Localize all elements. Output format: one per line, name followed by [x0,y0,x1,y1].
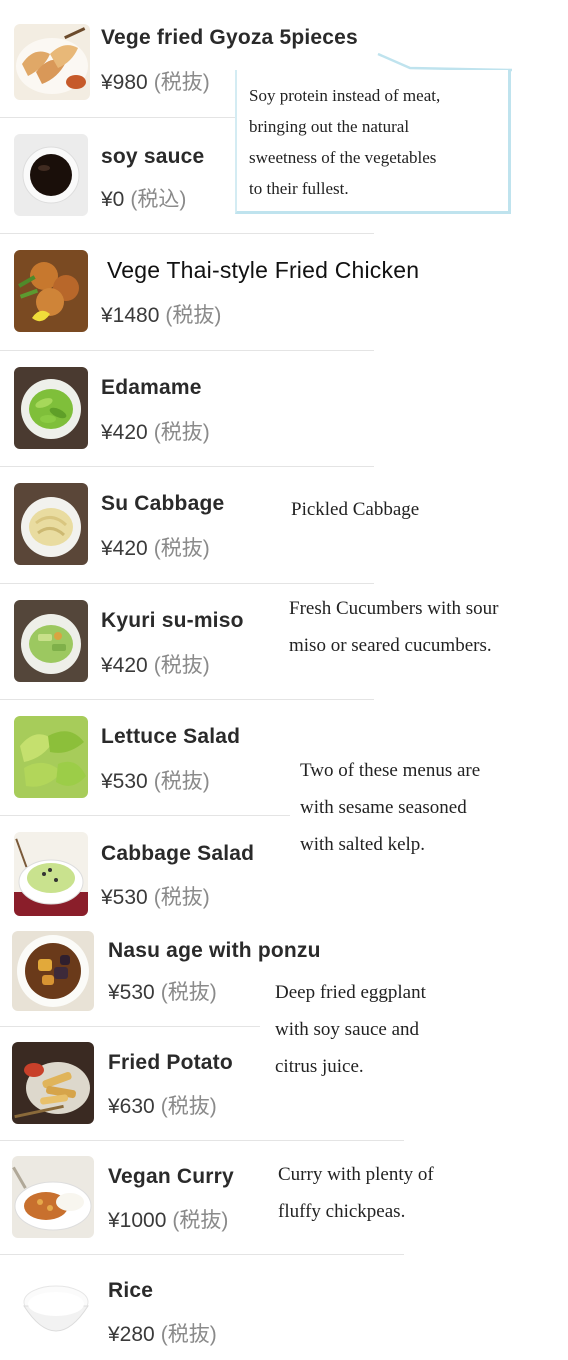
price-value: ¥280 [108,1323,155,1346]
item-price: ¥1000 (税抜) [108,1204,228,1234]
price-value: ¥1000 [108,1209,167,1232]
menu-item[interactable]: Vege Thai-style Fried Chicken ¥1480 (税抜) [0,233,480,349]
callout-line: bringing out the natural [249,117,410,136]
menu-item[interactable]: Edamame ¥420 (税抜) [0,350,374,466]
rice-bowl-icon [16,1268,96,1350]
item-name: Edamame [101,376,202,399]
note-line: fluffy chickpeas. [278,1201,406,1222]
note-line: miso or seared cucumbers. [289,635,492,656]
price-value: ¥530 [108,981,155,1004]
callout-line: to their fullest. [249,179,349,198]
callout-text: Soy protein instead of meat, bringing ou… [249,80,440,204]
tax-label: (税抜) [172,1209,229,1232]
note-line: Curry with plenty of [278,1164,434,1185]
note-curry: Curry with plenty of fluffy chickpeas. [278,1156,434,1230]
note-line: Fresh Cucumbers with sour [289,598,499,619]
price-value: ¥1480 [101,304,160,327]
tax-label: (税抜) [160,1095,217,1118]
note-salads: Two of these menus are with sesame seaso… [300,752,480,863]
cucumber-icon [14,600,88,682]
gyoza-icon [14,24,90,100]
item-name: Rice [108,1279,154,1302]
tax-label: (税抜) [165,304,222,327]
tax-label: (税抜) [153,654,210,677]
note-line: with salted kelp. [300,834,426,855]
item-name: Su Cabbage [101,492,225,515]
price-value: ¥420 [101,654,148,677]
tax-label: (税抜) [160,981,217,1004]
tax-label: (税抜) [153,770,210,793]
tax-label: (税抜) [153,886,210,909]
item-name: Kyuri su-miso [101,609,244,632]
gyoza-callout: Soy protein instead of meat, bringing ou… [235,70,511,214]
tax-label: (税抜) [153,537,210,560]
note-line: citrus juice. [275,1056,364,1077]
item-price: ¥420 (税抜) [101,532,210,562]
price-value: ¥530 [101,770,148,793]
item-price: ¥980 (税抜) [101,66,210,96]
price-value: ¥630 [108,1095,155,1118]
price-value: ¥420 [101,537,148,560]
item-price: ¥530 (税抜) [101,881,210,911]
item-name: Vegan Curry [108,1165,234,1188]
note-nasu: Deep fried eggplant with soy sauce and c… [275,974,426,1085]
soy-sauce-icon [14,134,88,216]
eggplant-icon [12,931,94,1011]
item-price: ¥1480 (税抜) [101,299,221,329]
edamame-icon [14,367,88,449]
note-line: Deep fried eggplant [275,982,426,1003]
item-price: ¥530 (税抜) [108,976,217,1006]
note-line: Two of these menus are [300,760,481,781]
item-name: soy sauce [101,145,205,168]
item-name: Nasu age with ponzu [108,939,321,962]
item-name: Cabbage Salad [101,842,255,865]
item-price: ¥530 (税抜) [101,765,210,795]
callout-line: Soy protein instead of meat, [249,86,441,105]
note-line: with sesame seasoned [300,797,467,818]
fries-icon [12,1042,94,1124]
price-value: ¥420 [101,421,148,444]
item-name: Vege fried Gyoza 5pieces [101,26,358,49]
salad-icon [14,832,88,916]
callout-line: sweetness of the vegetables [249,148,437,167]
price-value: ¥980 [101,71,148,94]
curry-icon [12,1156,94,1238]
lettuce-icon [14,716,88,798]
tax-label: (税抜) [160,1323,217,1346]
item-price: ¥630 (税抜) [108,1090,217,1120]
note-su-cabbage: Pickled Cabbage [291,491,419,528]
tax-label: (税抜) [153,71,210,94]
note-line: with soy sauce and [275,1019,420,1040]
note-kyuri: Fresh Cucumbers with sour miso or seared… [289,590,499,664]
item-name: Fried Potato [108,1051,233,1074]
tax-label: (税込) [130,188,187,211]
price-value: ¥0 [101,188,125,211]
fried-chicken-icon [14,250,88,332]
item-price: ¥420 (税抜) [101,649,210,679]
item-price: ¥420 (税抜) [101,416,210,446]
menu-item[interactable]: Rice ¥280 (税抜) [0,1254,374,1360]
item-price: ¥0 (税込) [101,183,186,213]
price-value: ¥530 [101,886,148,909]
item-price: ¥280 (税抜) [108,1318,217,1348]
item-name: Vege Thai-style Fried Chicken [107,257,420,283]
cabbage-icon [14,483,88,565]
note-line: Pickled Cabbage [291,499,420,520]
tax-label: (税抜) [153,421,210,444]
item-name: Lettuce Salad [101,725,241,748]
